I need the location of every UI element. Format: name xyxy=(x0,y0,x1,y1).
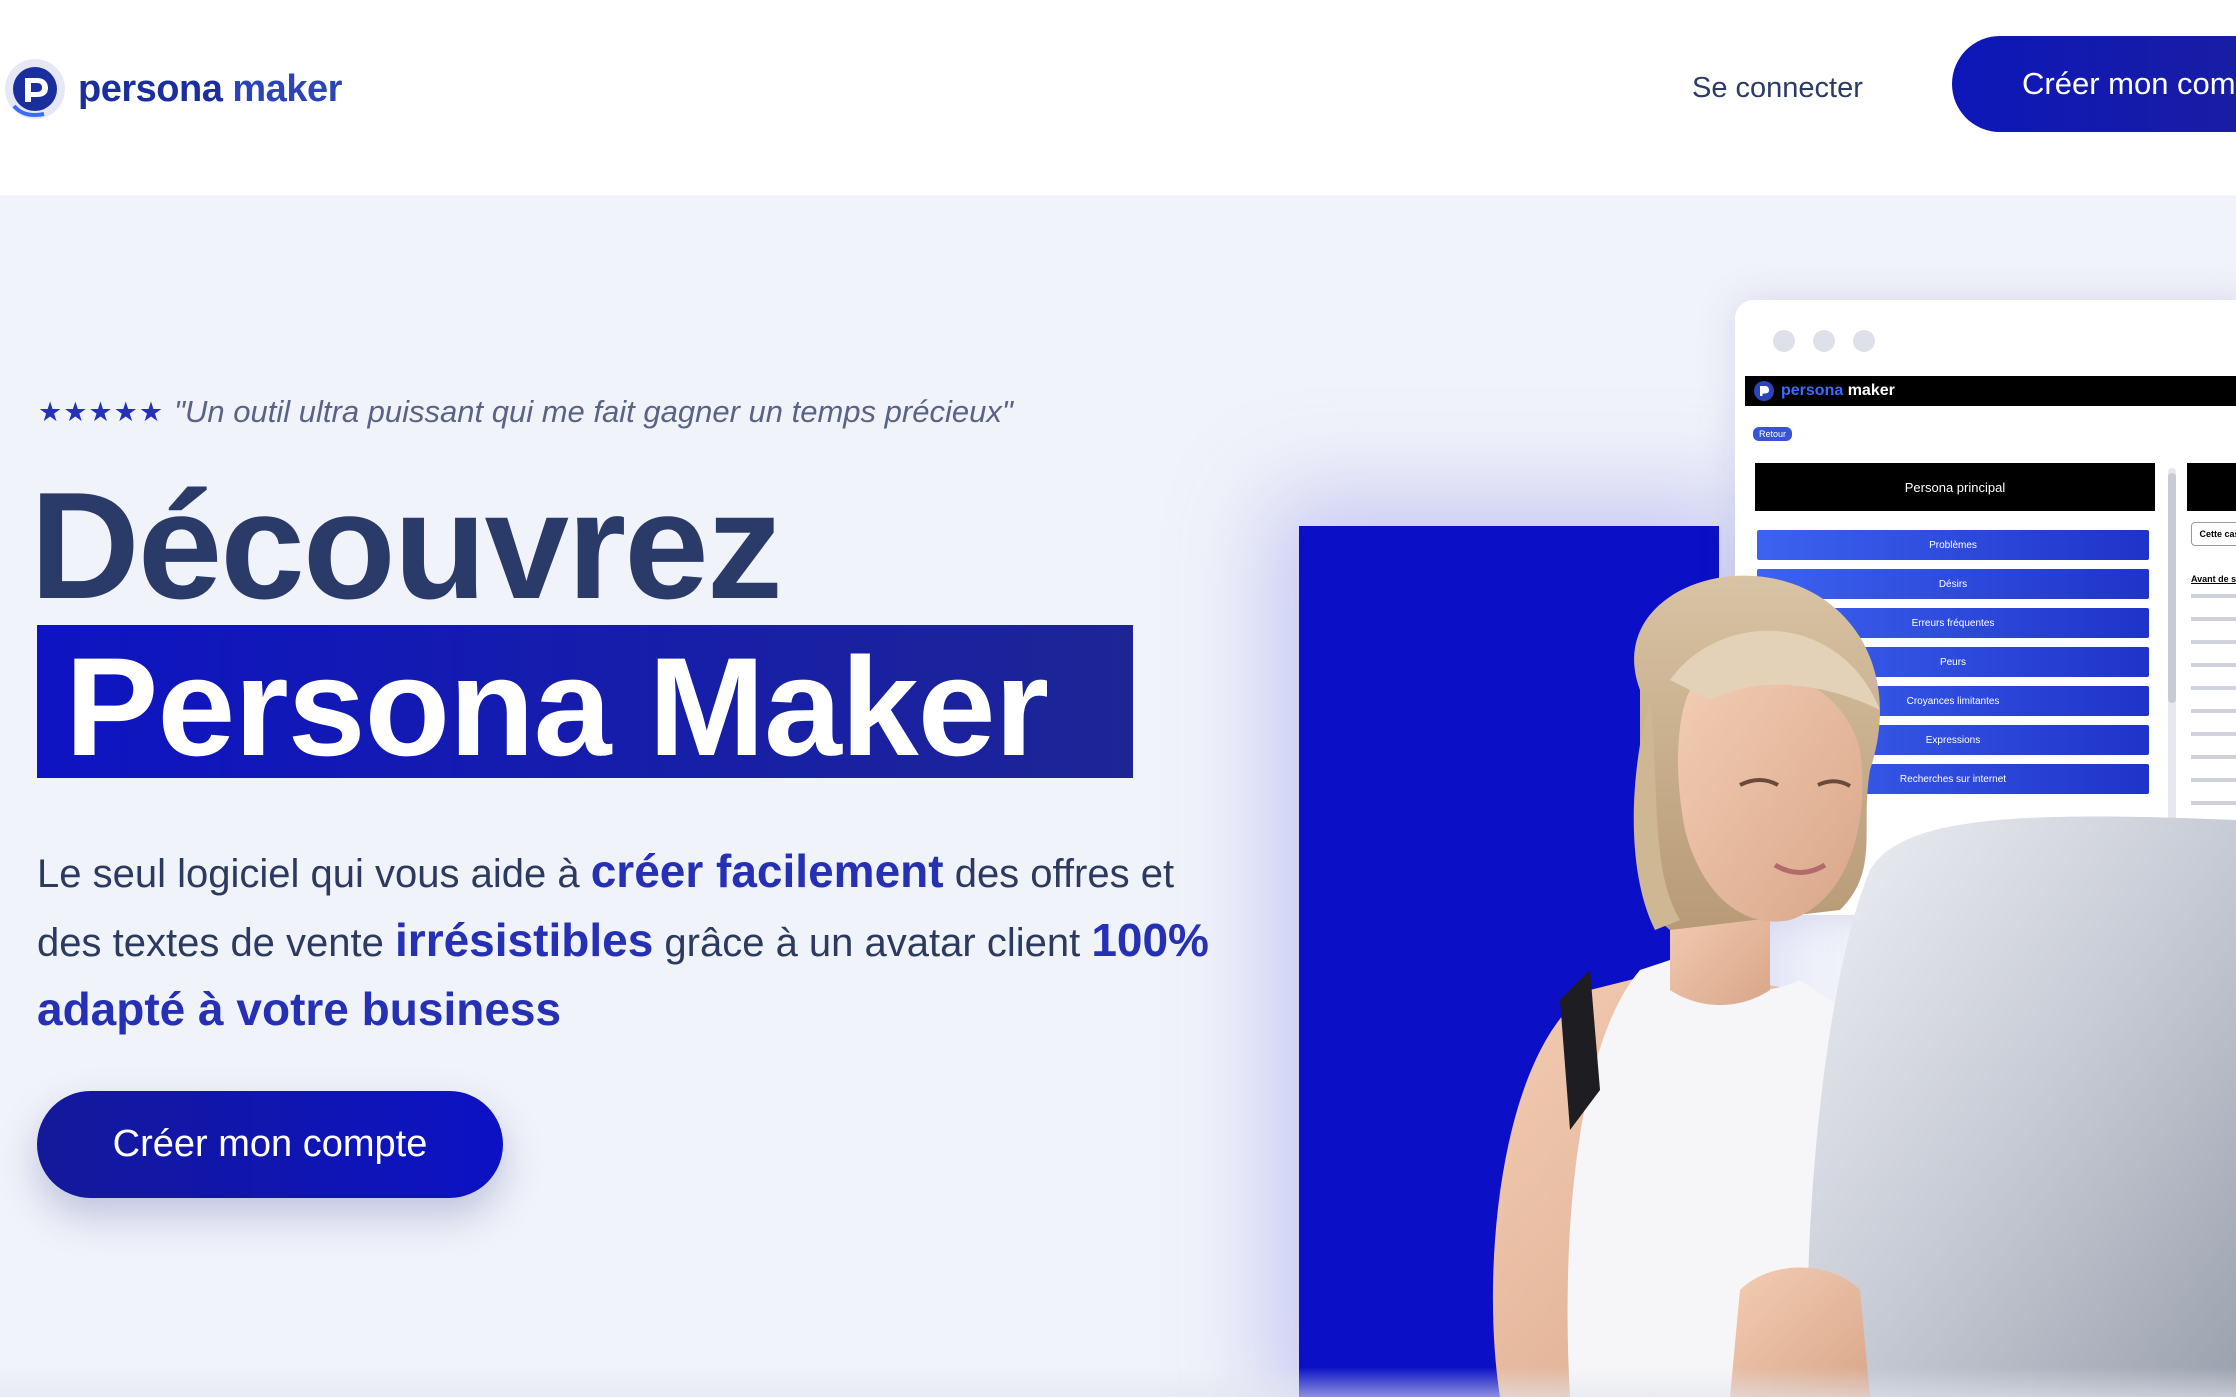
testimonial-quote: ★★★★★ "Un outil ultra puissant qui me fa… xyxy=(38,394,1013,430)
star-rating-icon: ★★★★★ xyxy=(38,396,165,427)
persona-panel-secondary xyxy=(2187,463,2236,511)
hero-title-line2: Persona Maker xyxy=(65,628,1049,785)
highlight-irresistible: irrésistibles xyxy=(395,914,654,966)
preview-side-button: Cette case xyxy=(2191,522,2236,546)
site-header: persona maker Se connecter Créer mon com… xyxy=(0,0,2236,195)
bottom-fade xyxy=(0,1367,2236,1397)
persona-panel-title: Persona principal xyxy=(1755,463,2155,511)
woman-with-laptop-image xyxy=(1492,575,2236,1397)
window-dot-icon xyxy=(1813,330,1835,352)
app-logo-text: persona maker xyxy=(1781,382,1895,399)
window-dot-icon xyxy=(1773,330,1795,352)
brand-logo[interactable]: persona maker xyxy=(4,58,342,120)
menu-item: Problèmes xyxy=(1757,530,2149,560)
header-create-account-button[interactable]: Créer mon compte xyxy=(1952,36,2236,132)
quote-text: "Un outil ultra puissant qui me fait gag… xyxy=(174,394,1013,429)
hero-create-account-button[interactable]: Créer mon compte xyxy=(37,1091,503,1198)
app-preview-navbar: persona maker xyxy=(1745,376,2236,406)
window-dot-icon xyxy=(1853,330,1875,352)
hero-title-line1: Découvrez xyxy=(30,461,783,631)
logo-text: persona maker xyxy=(78,67,342,110)
persona-logo-icon xyxy=(5,59,65,119)
highlight-create: créer facilement xyxy=(590,845,944,897)
hero-title-highlight: Persona Maker xyxy=(37,625,1133,785)
persona-logo-icon xyxy=(1754,381,1774,401)
login-link[interactable]: Se connecter xyxy=(1692,72,1863,105)
back-button: Retour xyxy=(1753,427,1793,441)
hero-description: Le seul logiciel qui vous aide à créer f… xyxy=(37,845,1209,1035)
